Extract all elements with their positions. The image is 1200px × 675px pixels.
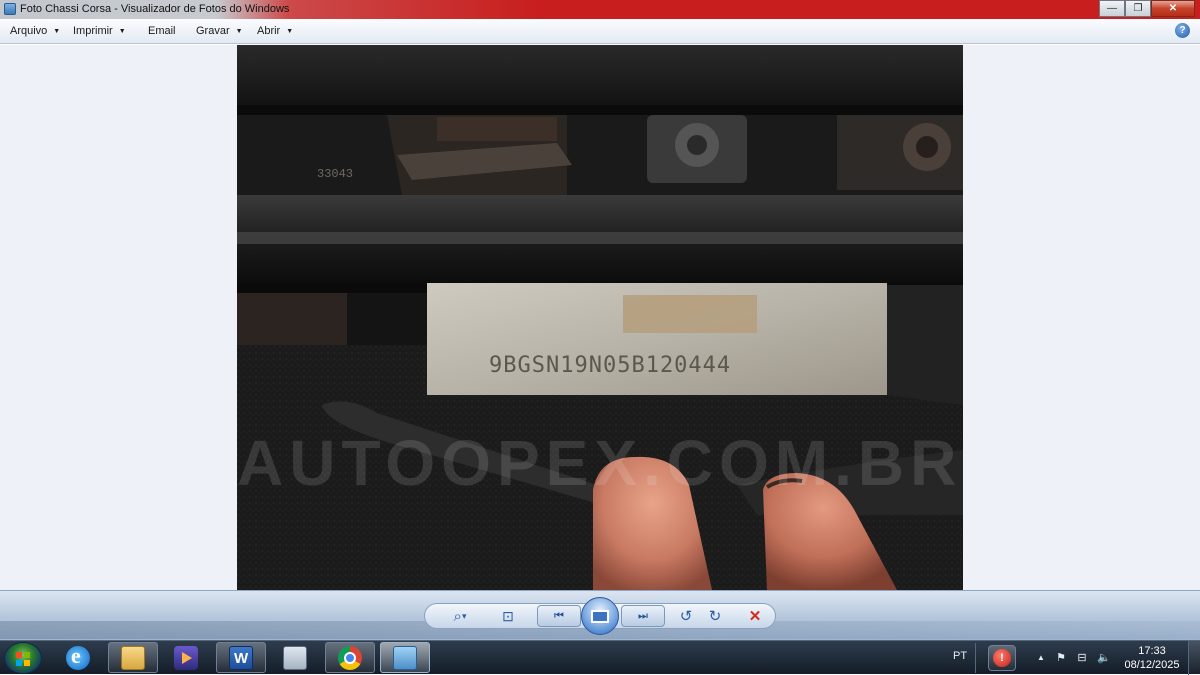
volume-icon[interactable]: 🔈 — [1097, 652, 1111, 664]
chassis-photo[interactable]: 33043 9BGSN19N05B120444 AUTOOPEX.COM.BR — [237, 45, 963, 590]
calculator-icon — [283, 645, 307, 670]
menu-imprimir[interactable]: Imprimir ▼ — [73, 25, 126, 37]
zoom-icon: ⌕ — [453, 607, 462, 625]
fit-window-button[interactable]: ⊡ — [497, 606, 519, 626]
taskbar: PT ! ▲ ⚑ ⊟ 🔈 17:33 08/12/2025 — [0, 640, 1200, 675]
start-button[interactable] — [4, 642, 42, 674]
menu-email-label: Email — [148, 25, 176, 37]
word-icon — [229, 645, 253, 670]
rail-stamp: 33043 — [317, 167, 353, 181]
title-bar[interactable]: Foto Chassi Corsa - Visualizador de Foto… — [0, 0, 1200, 19]
chevron-down-icon: ▼ — [286, 28, 294, 35]
taskbar-calculator[interactable] — [270, 642, 320, 673]
chevron-down-icon: ▼ — [53, 28, 61, 35]
menu-gravar[interactable]: Gravar ▼ — [196, 25, 243, 37]
taskbar-media-player[interactable] — [161, 642, 211, 673]
rotate-right-icon: ↻ — [708, 608, 722, 625]
menu-bar: Arquivo ▼ Imprimir ▼ Email Gravar ▼ Abrir ▼ … — [0, 19, 1200, 44]
menu-gravar-label: Gravar — [196, 25, 230, 37]
next-icon: ⏭ — [638, 609, 648, 622]
slideshow-button[interactable] — [581, 597, 619, 635]
language-indicator[interactable]: PT — [953, 650, 967, 662]
delete-button[interactable]: ✕ — [746, 606, 764, 626]
window-title: Foto Chassi Corsa - Visualizador de Foto… — [20, 3, 290, 15]
delete-icon: ✕ — [748, 608, 762, 625]
vin-number: 9BGSN19N05B120444 — [489, 353, 731, 378]
tray-divider — [975, 643, 976, 673]
photo-watermark: AUTOOPEX.COM.BR — [237, 427, 962, 499]
taskbar-internet-explorer[interactable] — [53, 642, 103, 673]
previous-button[interactable]: ⏮ — [537, 605, 581, 627]
image-viewer: 33043 9BGSN19N05B120444 AUTOOPEX.COM.BR — [0, 45, 1200, 590]
menu-arquivo[interactable]: Arquivo ▼ — [10, 25, 60, 37]
photo-viewer-icon — [393, 645, 417, 670]
action-center-flag-icon[interactable]: ⚑ — [1055, 652, 1067, 664]
menu-abrir[interactable]: Abrir ▼ — [257, 25, 293, 37]
internet-explorer-icon — [66, 643, 90, 670]
chevron-down-icon: ▼ — [235, 28, 243, 35]
menu-arquivo-label: Arquivo — [10, 25, 48, 37]
menu-email[interactable]: Email — [148, 25, 176, 37]
menu-imprimir-label: Imprimir — [73, 25, 113, 37]
next-button[interactable]: ⏭ — [621, 605, 665, 627]
windows-logo-icon — [16, 652, 30, 666]
media-player-icon — [174, 645, 198, 670]
chrome-icon — [338, 645, 362, 670]
window-controls: — ❐ ✕ — [1099, 0, 1195, 17]
previous-icon: ⏮ — [554, 609, 564, 622]
chassis-photo-image: 33043 9BGSN19N05B120444 AUTOOPEX.COM.BR — [237, 45, 963, 590]
taskbar-chrome[interactable] — [325, 642, 375, 673]
viewer-toolbar: ⌕ ▾ ⊡ ⏮ ⏭ ↺ ↻ ✕ — [0, 590, 1200, 640]
taskbar-photo-viewer[interactable] — [380, 642, 430, 673]
close-button[interactable]: ✕ — [1151, 0, 1195, 17]
chevron-down-icon: ▼ — [118, 28, 126, 35]
clock-time: 17:33 — [1138, 645, 1166, 657]
taskbar-file-explorer[interactable] — [108, 642, 158, 673]
show-hidden-icons-icon[interactable]: ▲ — [1035, 652, 1047, 664]
zoom-button[interactable]: ⌕ ▾ — [447, 606, 473, 626]
fit-window-icon: ⊡ — [502, 607, 514, 624]
rotate-left-icon: ↺ — [679, 608, 693, 625]
file-explorer-icon — [121, 645, 145, 670]
system-clock[interactable]: 17:33 08/12/2025 — [1122, 644, 1182, 672]
menu-abrir-label: Abrir — [257, 25, 281, 37]
rotate-left-button[interactable]: ↺ — [677, 606, 695, 626]
rotate-right-button[interactable]: ↻ — [706, 606, 724, 626]
photo-viewer-app-icon[interactable] — [4, 3, 16, 15]
show-desktop-button[interactable] — [1188, 641, 1200, 675]
tray-notification-button[interactable]: ! — [988, 645, 1016, 671]
clock-date: 08/12/2025 — [1124, 659, 1180, 671]
slideshow-icon — [591, 609, 609, 623]
minimize-button[interactable]: — — [1099, 0, 1125, 17]
maximize-button[interactable]: ❐ — [1125, 0, 1151, 17]
help-icon[interactable]: ? — [1175, 23, 1190, 38]
chevron-down-icon: ▾ — [461, 610, 467, 621]
taskbar-word[interactable] — [216, 642, 266, 673]
blurred-background-title — [300, 4, 920, 14]
alert-badge-icon: ! — [993, 649, 1011, 667]
network-icon[interactable]: ⊟ — [1076, 652, 1088, 664]
